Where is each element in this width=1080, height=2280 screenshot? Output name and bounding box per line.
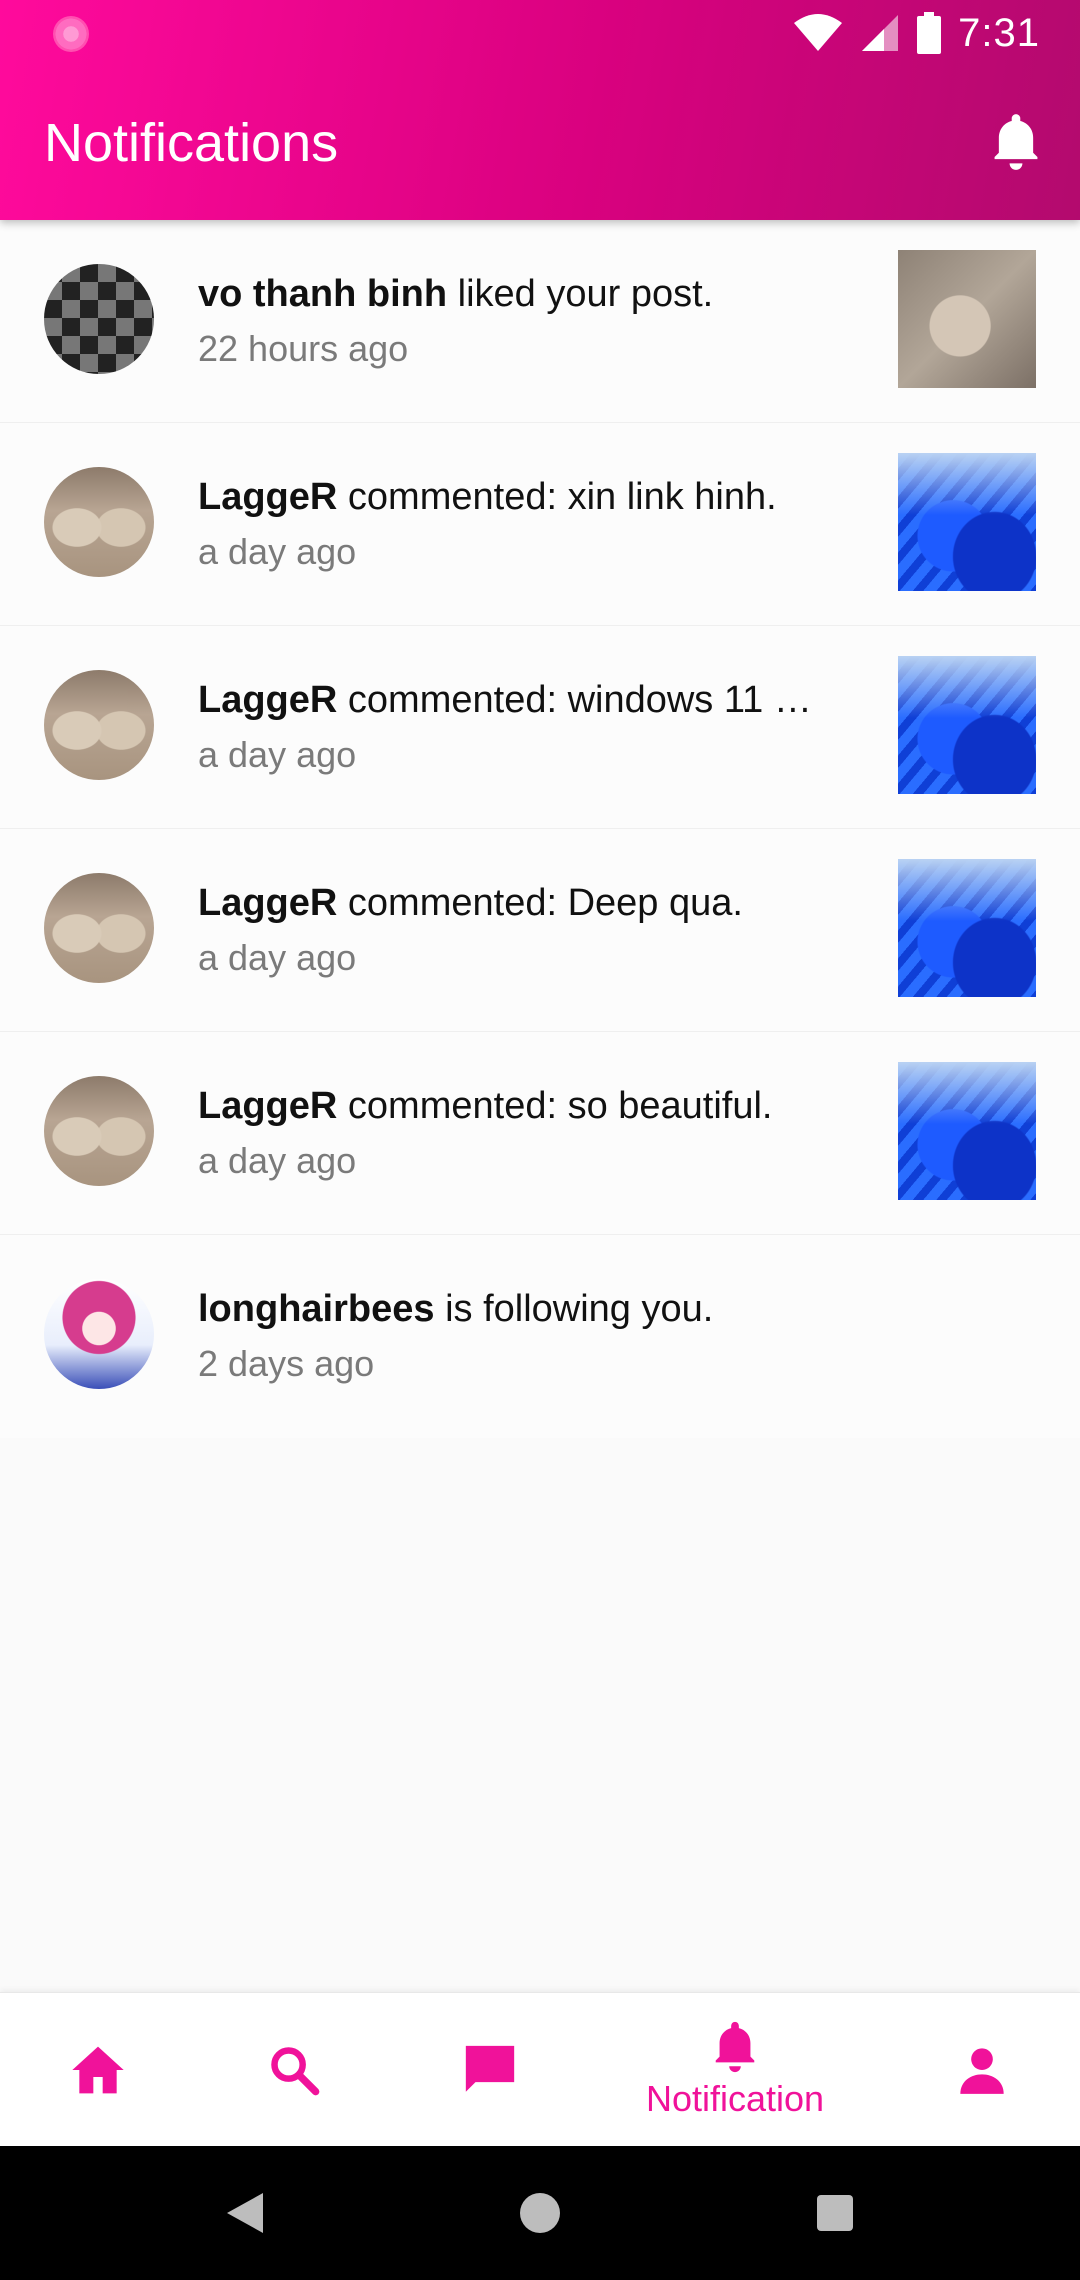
notification-item[interactable]: vo thanh binh liked your post. 22 hours … <box>0 220 1080 423</box>
avatar[interactable] <box>44 1076 154 1186</box>
username: vo thanh binh <box>198 273 448 315</box>
timestamp: a day ago <box>198 734 357 775</box>
nav-messages[interactable] <box>440 1993 540 2147</box>
bell-icon <box>715 2021 755 2073</box>
battery-icon <box>917 12 942 54</box>
back-icon <box>227 2193 263 2233</box>
wifi-icon <box>794 14 843 51</box>
recents-button[interactable] <box>800 2146 870 2280</box>
notification-action: liked your post. <box>457 273 714 315</box>
notification-action: is following you. <box>445 1288 714 1330</box>
notification-action: commented: Deep qua. <box>347 882 743 924</box>
notification-text: LaggeR commented: windows 11 … a day ago <box>198 674 818 780</box>
nav-search[interactable] <box>244 1993 344 2147</box>
post-thumbnail[interactable] <box>898 859 1036 997</box>
nav-notification[interactable]: Notification <box>620 1993 850 2147</box>
person-icon <box>960 2048 1004 2094</box>
username: LaggeR <box>198 476 338 518</box>
clock: 7:31 <box>958 10 1040 55</box>
nav-notification-label: Notification <box>645 2078 825 2119</box>
avatar[interactable] <box>44 873 154 983</box>
username: longhairbees <box>198 1288 435 1330</box>
username: LaggeR <box>198 882 338 924</box>
back-button[interactable] <box>210 2146 280 2280</box>
notification-item[interactable]: LaggeR commented: so beautiful. a day ag… <box>0 1032 1080 1235</box>
timestamp: 22 hours ago <box>198 328 409 369</box>
recents-icon <box>817 2195 853 2231</box>
home-button[interactable] <box>500 2146 580 2280</box>
notification-text: vo thanh binh liked your post. 22 hours … <box>198 268 818 374</box>
timestamp: a day ago <box>198 531 357 572</box>
notification-action: commented: windows 11 … <box>347 679 812 721</box>
avatar[interactable] <box>44 264 154 374</box>
notification-text: longhairbees is following you. 2 days ag… <box>198 1283 818 1389</box>
username: LaggeR <box>198 679 338 721</box>
timestamp: 2 days ago <box>198 1343 375 1384</box>
post-thumbnail[interactable] <box>898 656 1036 794</box>
post-thumbnail[interactable] <box>898 453 1036 591</box>
home-icon <box>72 2046 124 2094</box>
avatar[interactable] <box>44 670 154 780</box>
app-notification-icon <box>53 16 89 52</box>
notification-text: LaggeR commented: xin link hinh. a day a… <box>198 471 818 577</box>
notification-action: commented: xin link hinh. <box>347 476 777 518</box>
avatar[interactable] <box>44 467 154 577</box>
avatar[interactable] <box>44 1279 154 1389</box>
timestamp: a day ago <box>198 1140 357 1181</box>
notification-list: vo thanh binh liked your post. 22 hours … <box>0 220 1080 1438</box>
notification-item[interactable]: LaggeR commented: xin link hinh. a day a… <box>0 423 1080 626</box>
signal-icon <box>862 15 899 51</box>
notifications-bell-button[interactable] <box>986 110 1046 174</box>
bell-icon <box>994 114 1038 170</box>
post-thumbnail[interactable] <box>898 250 1036 388</box>
post-thumbnail[interactable] <box>898 1062 1036 1200</box>
notification-action: commented: so beautiful. <box>347 1085 773 1127</box>
status-icons: 7:31 <box>792 8 1040 58</box>
nav-home[interactable] <box>48 1993 148 2147</box>
notification-item[interactable]: LaggeR commented: Deep qua. a day ago <box>0 829 1080 1032</box>
app-header: 7:31 Notifications <box>0 0 1080 220</box>
search-icon <box>271 2047 320 2096</box>
system-navigation-bar <box>0 2146 1080 2280</box>
username: LaggeR <box>198 1085 338 1127</box>
timestamp: a day ago <box>198 937 357 978</box>
notification-text: LaggeR commented: Deep qua. a day ago <box>198 877 818 983</box>
chat-icon <box>465 2045 515 2092</box>
status-bar: 7:31 <box>0 0 1080 64</box>
bottom-navigation: Notification <box>0 1992 1080 2146</box>
notification-item[interactable]: longhairbees is following you. 2 days ag… <box>0 1235 1080 1438</box>
nav-profile[interactable] <box>932 1993 1032 2147</box>
home-circle-icon <box>520 2193 560 2233</box>
notification-item[interactable]: LaggeR commented: windows 11 … a day ago <box>0 626 1080 829</box>
page-title: Notifications <box>44 113 339 173</box>
notification-text: LaggeR commented: so beautiful. a day ag… <box>198 1080 818 1186</box>
